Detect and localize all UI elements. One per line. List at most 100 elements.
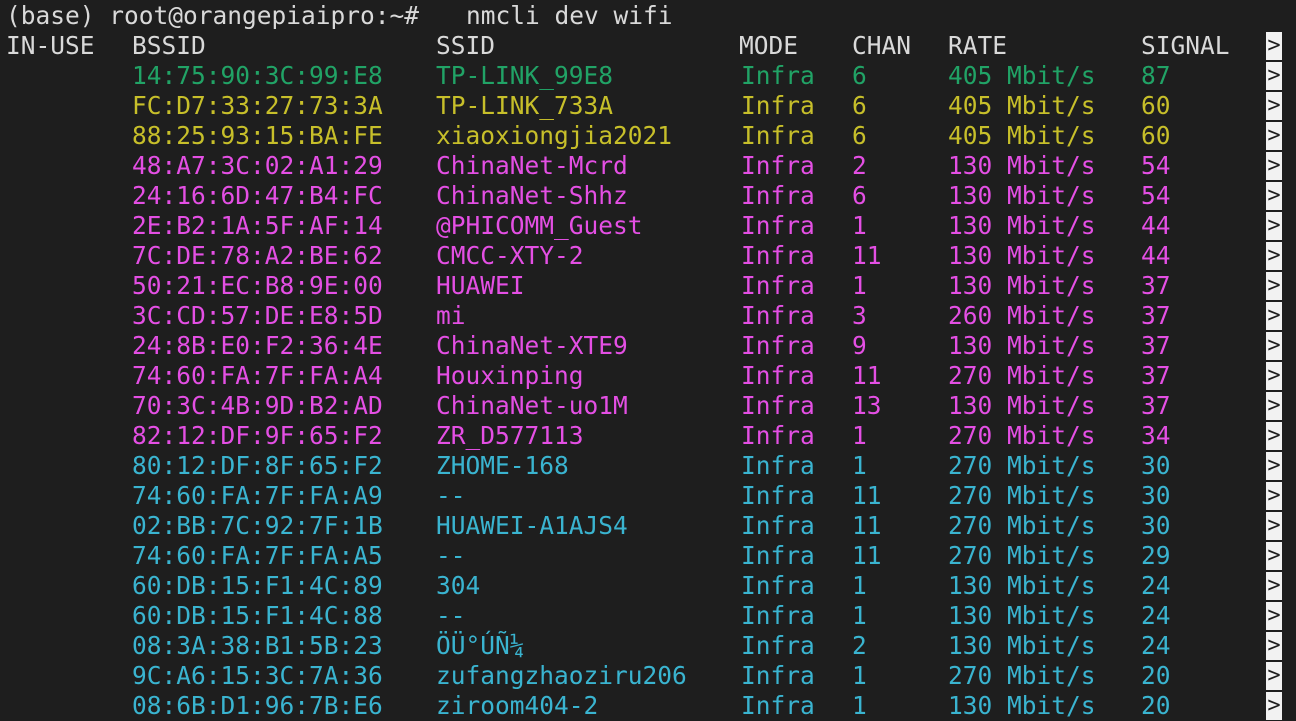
rate-cell: 405 Mbit/s [948, 61, 1096, 90]
ssid-cell: -- [436, 541, 466, 570]
ssid-cell: TP-LINK_733A [436, 91, 614, 120]
ssid-cell: ZR_D577113 [436, 421, 584, 450]
bssid-cell: 14:75:90:3C:99:E8 [132, 61, 383, 90]
signal-cell: 37 [1141, 271, 1171, 300]
wifi-network-row: 3C:CD:57:DE:E8:5D mi Infra 3 260 Mbit/s 37 > [0, 301, 1296, 331]
command-line: (base) root@orangepiaipro:~# nmcli dev w… [0, 1, 1296, 31]
bssid-cell: 24:8B:E0:F2:36:4E [132, 331, 383, 360]
wifi-network-row: 74:60:FA:7F:FA:A5 -- Infra 11 270 Mbit/s 29 > [0, 541, 1296, 571]
wifi-network-row: 48:A7:3C:02:A1:29 ChinaNet-Mcrd Infra 2 130 … [0, 151, 1296, 181]
truncation-marker: > [1266, 332, 1282, 360]
mode-cell: Infra [741, 421, 815, 450]
mode-cell: Infra [741, 241, 815, 270]
rate-cell: 130 Mbit/s [948, 601, 1096, 630]
bssid-cell: 48:A7:3C:02:A1:29 [132, 151, 383, 180]
bssid-cell: 7C:DE:78:A2:BE:62 [132, 241, 383, 270]
header-in-use: IN-USE [6, 31, 95, 60]
chan-cell: 6 [852, 61, 867, 90]
wifi-network-row: 08:6B:D1:96:7B:E6 ziroom404-2 Infra 1 130 Mb… [0, 691, 1296, 721]
truncation-marker: > [1266, 692, 1282, 720]
truncation-marker: > [1266, 422, 1282, 450]
signal-cell: 29 [1141, 541, 1171, 570]
header-rate: RATE [948, 31, 1008, 60]
rate-cell: 130 Mbit/s [948, 571, 1096, 600]
chan-cell: 13 [852, 391, 882, 420]
truncation-marker: > [1266, 512, 1282, 540]
terminal-window[interactable]: (base) root@orangepiaipro:~# nmcli dev w… [0, 0, 1296, 721]
chan-cell: 11 [852, 241, 882, 270]
rate-cell: 270 Mbit/s [948, 511, 1096, 540]
chan-cell: 1 [852, 451, 867, 480]
truncation-marker: > [1266, 452, 1282, 480]
ssid-cell: @PHICOMM_Guest [436, 211, 643, 240]
chan-cell: 1 [852, 211, 867, 240]
ssid-cell: ChinaNet-Mcrd [436, 151, 628, 180]
ssid-cell: HUAWEI [436, 271, 525, 300]
chan-cell: 1 [852, 691, 867, 720]
signal-cell: 37 [1141, 331, 1171, 360]
chan-cell: 6 [852, 91, 867, 120]
rate-cell: 130 Mbit/s [948, 211, 1096, 240]
truncation-marker: > [1266, 242, 1282, 270]
bssid-cell: 24:16:6D:47:B4:FC [132, 181, 383, 210]
mode-cell: Infra [741, 151, 815, 180]
mode-cell: Infra [741, 271, 815, 300]
signal-cell: 24 [1141, 631, 1171, 660]
chan-cell: 11 [852, 511, 882, 540]
chan-cell: 6 [852, 121, 867, 150]
signal-cell: 54 [1141, 181, 1171, 210]
signal-cell: 24 [1141, 571, 1171, 600]
bssid-cell: 60:DB:15:F1:4C:88 [132, 601, 383, 630]
chan-cell: 11 [852, 541, 882, 570]
ssid-cell: mi [436, 301, 466, 330]
ssid-cell: ZHOME-168 [436, 451, 569, 480]
bssid-cell: 88:25:93:15:BA:FE [132, 121, 383, 150]
mode-cell: Infra [741, 691, 815, 720]
bssid-cell: 9C:A6:15:3C:7A:36 [132, 661, 383, 690]
bssid-cell: 08:6B:D1:96:7B:E6 [132, 691, 383, 720]
chan-cell: 2 [852, 151, 867, 180]
mode-cell: Infra [741, 331, 815, 360]
signal-cell: 37 [1141, 361, 1171, 390]
rate-cell: 130 Mbit/s [948, 241, 1096, 270]
signal-cell: 20 [1141, 691, 1171, 720]
rate-cell: 260 Mbit/s [948, 301, 1096, 330]
wifi-network-row: 70:3C:4B:9D:B2:AD ChinaNet-uo1M Infra 13 130… [0, 391, 1296, 421]
ssid-cell: zufangzhaoziru206 [436, 661, 687, 690]
truncation-marker: > [1266, 272, 1282, 300]
wifi-network-row: 08:3A:38:B1:5B:23 ÖÜ°ÚÑ¼ Infra 2 130 Mbit/s 2… [0, 631, 1296, 661]
rate-cell: 130 Mbit/s [948, 271, 1096, 300]
truncation-marker: > [1266, 62, 1282, 90]
wifi-network-row: 9C:A6:15:3C:7A:36 zufangzhaoziru206 Infra 1… [0, 661, 1296, 691]
truncation-marker: > [1266, 152, 1282, 180]
mode-cell: Infra [741, 631, 815, 660]
signal-cell: 44 [1141, 241, 1171, 270]
truncation-marker: > [1266, 32, 1282, 60]
rate-cell: 130 Mbit/s [948, 691, 1096, 720]
ssid-cell: HUAWEI-A1AJS4 [436, 511, 628, 540]
wifi-network-row: 2E:B2:1A:5F:AF:14 @PHICOMM_Guest Infra 1 130… [0, 211, 1296, 241]
wifi-network-row: 14:75:90:3C:99:E8 TP-LINK_99E8 Infra 6 405 M… [0, 61, 1296, 91]
bssid-cell: 08:3A:38:B1:5B:23 [132, 631, 383, 660]
rate-cell: 130 Mbit/s [948, 631, 1096, 660]
wifi-network-row: 24:8B:E0:F2:36:4E ChinaNet-XTE9 Infra 9 130 … [0, 331, 1296, 361]
header-signal: SIGNAL [1141, 31, 1230, 60]
rate-cell: 270 Mbit/s [948, 361, 1096, 390]
bssid-cell: 74:60:FA:7F:FA:A4 [132, 361, 383, 390]
ssid-cell: ChinaNet-Shhz [436, 181, 628, 210]
mode-cell: Infra [741, 361, 815, 390]
mode-cell: Infra [741, 511, 815, 540]
truncation-marker: > [1266, 482, 1282, 510]
mode-cell: Infra [741, 601, 815, 630]
bssid-cell: 3C:CD:57:DE:E8:5D [132, 301, 383, 330]
signal-cell: 20 [1141, 661, 1171, 690]
ssid-cell: -- [436, 601, 466, 630]
mode-cell: Infra [741, 211, 815, 240]
mode-cell: Infra [741, 481, 815, 510]
wifi-network-row: 80:12:DF:8F:65:F2 ZHOME-168 Infra 1 270 Mbit… [0, 451, 1296, 481]
signal-cell: 44 [1141, 211, 1171, 240]
mode-cell: Infra [741, 571, 815, 600]
chan-cell: 9 [852, 331, 867, 360]
header-ssid: SSID [436, 31, 496, 60]
mode-cell: Infra [741, 91, 815, 120]
